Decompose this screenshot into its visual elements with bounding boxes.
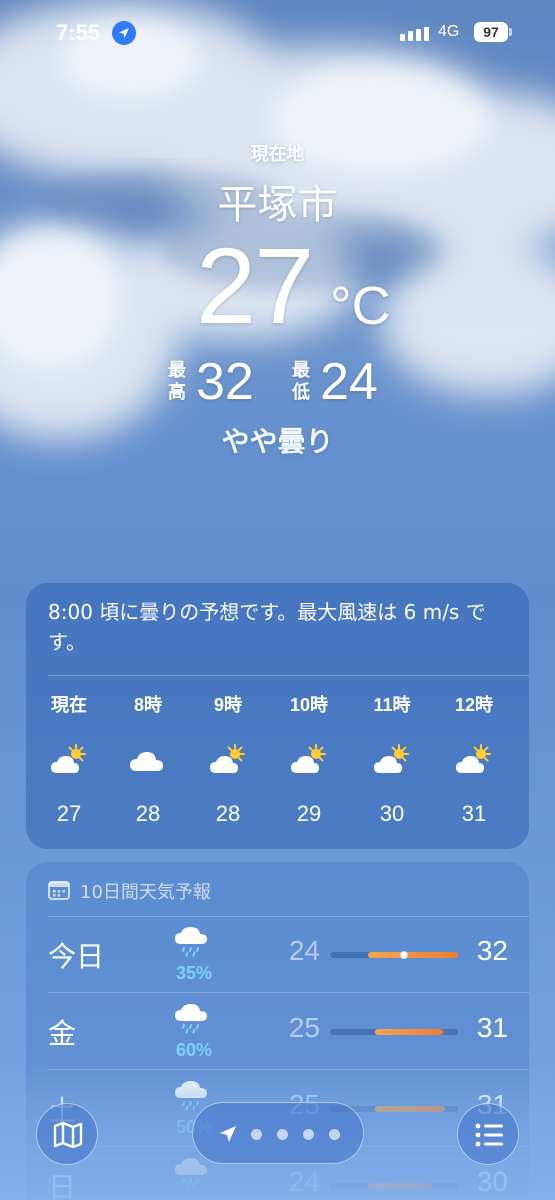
hourly-item: 10時 29: [274, 691, 344, 827]
condition-text: やや曇り: [221, 425, 334, 458]
low-value: 24: [320, 353, 378, 411]
temp-range-bar: [330, 1029, 458, 1035]
page-dot[interactable]: [277, 1129, 288, 1140]
hour-temp: 28: [135, 801, 161, 826]
rain-cloud-icon: [172, 923, 212, 957]
hour-label: 現在: [51, 695, 87, 715]
hourly-item: 9時 28: [193, 691, 263, 827]
status-bar: 7:55 4G 97: [0, 0, 555, 66]
high-low: 最高 32 最低 24: [0, 352, 555, 412]
current-temperature: 27 °C: [0, 226, 555, 346]
high-label: 最高: [168, 360, 186, 403]
page-dot[interactable]: [251, 1129, 262, 1140]
day-high-temp: 31: [476, 1012, 508, 1043]
hour-label: 8時: [133, 695, 162, 715]
hour-temp: 27: [56, 801, 82, 826]
location-arrow-icon: [220, 1126, 236, 1142]
current-temp-marker: [400, 951, 408, 959]
partly-cloudy-sun-icon: [454, 743, 494, 779]
status-time: 7:55: [56, 20, 101, 45]
day-low-temp: 25: [288, 1012, 320, 1043]
location-services-icon: [112, 21, 136, 45]
cloud-icon: [128, 743, 168, 779]
hour-label: 9時: [213, 695, 242, 715]
temperature-value: 27: [196, 225, 314, 346]
hour-temp: 29: [296, 801, 322, 826]
daily-row[interactable]: 金 60% 25 31: [26, 994, 529, 1070]
high-value: 32: [196, 353, 254, 411]
hour-label: 10時: [289, 695, 329, 715]
day-name: 金: [48, 1017, 77, 1050]
hour-temp: 30: [379, 801, 405, 826]
list-icon: [475, 1123, 503, 1147]
hourly-item: 8時 28: [113, 691, 183, 827]
temperature-unit: °C: [330, 276, 391, 336]
location-header: 現在地 平塚市: [0, 140, 555, 230]
location-caption: 現在地: [250, 144, 305, 165]
map-button[interactable]: [36, 1103, 98, 1165]
page-dot[interactable]: [329, 1129, 340, 1140]
map-icon: [53, 1121, 83, 1149]
hourly-item: 11時 30: [357, 691, 427, 827]
partly-cloudy-sun-icon: [208, 743, 248, 779]
partly-cloudy-sun-icon: [49, 743, 89, 779]
city-name: 平塚市: [217, 182, 338, 228]
cellular-signal-icon: [400, 27, 429, 41]
low-label: 最低: [292, 360, 310, 403]
day-high-temp: 32: [476, 935, 508, 966]
precipitation-chance: 35%: [175, 963, 213, 983]
location-pager[interactable]: [192, 1102, 364, 1164]
ten-day-title: 10日間天気予報: [80, 882, 211, 903]
card-divider: [48, 675, 529, 676]
precipitation-chance: 60%: [175, 1040, 213, 1060]
daily-row[interactable]: 今日 35% 24 32: [26, 917, 529, 993]
temp-range-bar: [330, 951, 458, 959]
day-low-temp: 24: [288, 935, 320, 966]
hour-label: 12時: [454, 695, 494, 715]
temp-range-fill: [375, 1029, 443, 1035]
hour-label: 11時: [373, 695, 411, 715]
partly-cloudy-sun-icon: [289, 743, 329, 779]
day-name: 今日: [48, 940, 105, 973]
list-button[interactable]: [457, 1103, 519, 1165]
hourly-item: 現在 27: [34, 691, 104, 827]
battery-indicator: 97: [474, 22, 508, 42]
partly-cloudy-sun-icon: [372, 743, 412, 779]
hourly-item: 12時 31: [439, 691, 509, 827]
row-divider: [48, 992, 529, 993]
calendar-icon: [48, 881, 70, 900]
rain-cloud-icon: [172, 1000, 212, 1034]
hour-temp: 28: [215, 801, 241, 826]
temp-range-fill: [368, 952, 458, 958]
forecast-summary: 8:00 頃に曇りの予想です。最大風速は 6 m/s です。: [48, 600, 486, 654]
page-dot[interactable]: [303, 1129, 314, 1140]
hour-temp: 31: [461, 801, 487, 826]
hourly-forecast-card[interactable]: 8:00 頃に曇りの予想です。最大風速は 6 m/s です。 現在 27 8時 28 9…: [26, 583, 529, 849]
network-type: 4G: [438, 23, 460, 40]
battery-tip: [509, 28, 512, 36]
